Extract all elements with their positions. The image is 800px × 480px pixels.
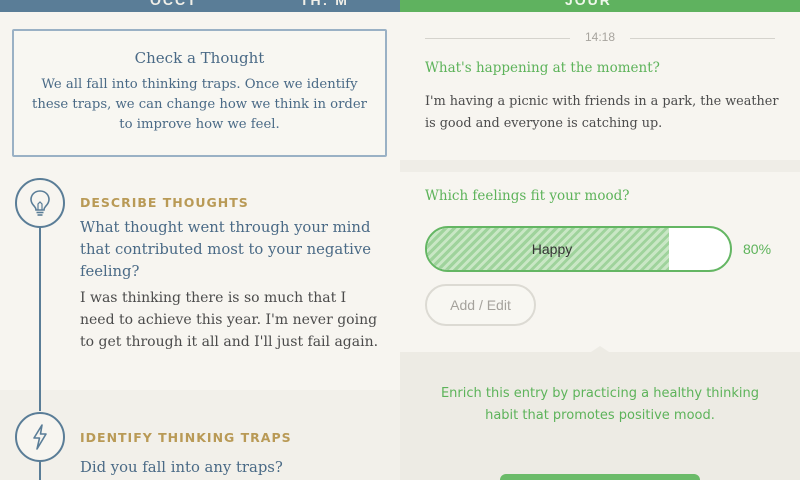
timeline-connector (39, 226, 41, 411)
time-divider-left (425, 38, 570, 39)
enrich-action-button[interactable] (500, 474, 700, 480)
journal-panel: JOUR 14:18 What's happening at the momen… (400, 0, 800, 480)
entry-time: 14:18 (584, 30, 616, 44)
add-edit-button[interactable]: Add / Edit (425, 284, 536, 326)
right-header-title: JOUR (565, 0, 612, 8)
feelings-question: Which feelings fit your mood? (425, 188, 630, 204)
step-describe-label: DESCRIBE THOUGHTS (80, 195, 249, 210)
step-traps-question: Did you fall into any traps? (80, 459, 283, 476)
section-divider (400, 160, 800, 172)
step-describe-question: What thought went through your mind that… (80, 219, 371, 280)
mood-percent: 80% (743, 241, 772, 257)
left-header-bar: OCCT TH: M (0, 0, 400, 12)
mood-slider[interactable]: Happy (425, 226, 732, 272)
enrich-text: Enrich this entry by practicing a health… (440, 386, 760, 423)
intro-card: Check a Thought We all fall into thinkin… (12, 29, 387, 157)
left-header-subtitle: TH: M (300, 0, 349, 8)
entry-time-row: 14:18 (425, 30, 775, 46)
happening-question: What's happening at the moment? (425, 60, 660, 76)
lightbulb-icon (15, 178, 65, 228)
right-header-bar: JOUR (400, 0, 800, 12)
happening-answer[interactable]: I'm having a picnic with friends in a pa… (425, 91, 780, 135)
check-thought-panel: OCCT TH: M Check a Thought We all fall i… (0, 0, 400, 480)
lightning-icon (15, 412, 65, 462)
left-header-title: OCCT (150, 0, 198, 8)
intro-card-body: We all fall into thinking traps. Once we… (32, 77, 367, 132)
step-traps-label: IDENTIFY THINKING TRAPS (80, 430, 292, 445)
step-describe-answer[interactable]: I was thinking there is so much that I n… (80, 287, 380, 353)
intro-card-title: Check a Thought (134, 49, 265, 67)
mood-label: Happy (531, 241, 573, 257)
time-divider-right (630, 38, 775, 39)
